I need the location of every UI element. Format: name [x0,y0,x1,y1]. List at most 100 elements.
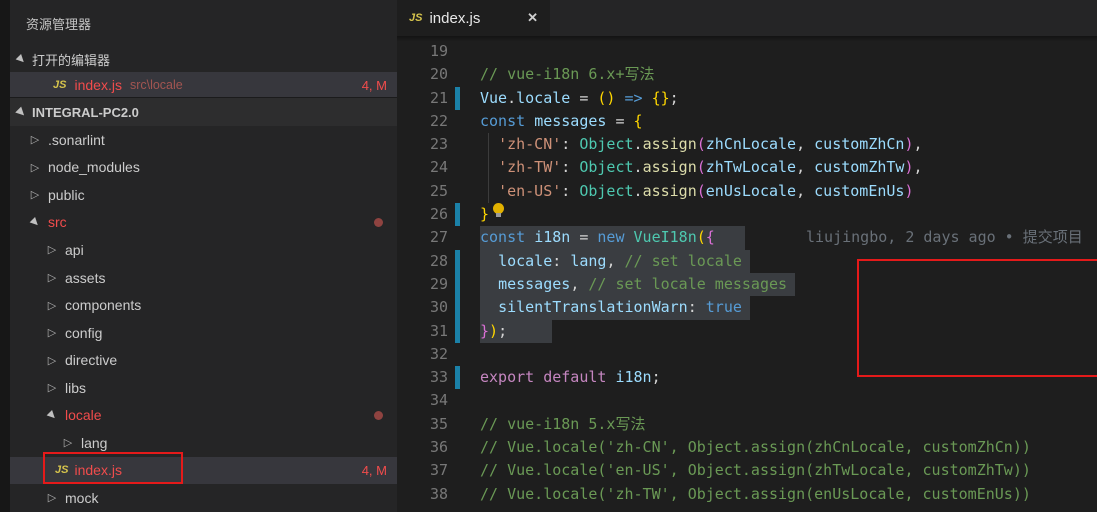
gutter-spacer [455,40,460,63]
code-line-31[interactable]: 31}); [397,319,1097,343]
code-line-32[interactable]: 32 [397,343,1097,366]
code-line-25[interactable]: 25 'en-US': Object.assign(enUsLocale, cu… [397,179,1097,204]
line-number[interactable]: 20 [397,63,448,86]
code-token: customZhCn [814,135,905,154]
tree-item-index-js[interactable]: JS index.js 4, M [10,456,397,485]
file-tree: ▷ .sonarlint ▷ node_modules ▷ public ▶ src ▷ api ▷… [10,126,397,512]
code-token: messages [498,274,571,293]
code-line-23[interactable]: 23 'zh-CN': Object.assign(zhCnLocale, cu… [397,133,1097,157]
line-number[interactable]: 34 [397,389,448,412]
modified-gutter-indicator [455,296,460,320]
gutter-spacer [455,343,460,366]
code-line-38[interactable]: 38 // Vue.locale('zh-TW', Object.assign(e… [397,483,1097,506]
explorer-sidebar: 资源管理器 ▶ 打开的编辑器 JS index.js src\locale 4,… [10,0,397,512]
code-token: // vue-i18n 6.x+写法 [480,65,655,84]
code-token: } [480,321,490,340]
tree-item-assets[interactable]: ▷ assets [10,264,397,292]
code-token: = [606,111,634,130]
tree-item-mock[interactable]: ▷ mock [10,484,397,512]
line-number[interactable]: 31 [397,320,448,343]
tree-item-locale[interactable]: ▶ locale [10,401,397,429]
gutter-spacer [455,459,460,482]
js-file-icon: JS [55,464,69,477]
code-line-33[interactable]: 33 export default i18n; [397,366,1097,390]
tree-item-lang[interactable]: ▷ lang [10,429,397,457]
line-number[interactable]: 22 [397,110,448,133]
code-token: Object [579,135,634,154]
line-number[interactable]: 19 [397,40,448,63]
tree-item-src[interactable]: ▶ src [10,209,397,237]
line-number[interactable]: 28 [397,250,448,273]
tab-close-icon[interactable]: ✕ [527,10,538,26]
tab-index-js[interactable]: JS index.js ✕ [397,0,550,36]
line-number[interactable]: 38 [397,483,448,506]
code-token: zhCnLocale [705,135,797,154]
code-line-26[interactable]: 26} [397,203,1097,227]
line-number[interactable]: 30 [397,296,448,319]
gutter-spacer [455,110,460,133]
line-number[interactable]: 24 [397,156,448,179]
tree-item--sonarlint[interactable]: ▷ .sonarlint [10,126,397,154]
code-token: { [705,228,715,247]
tree-item-api[interactable]: ▷ api [10,236,397,264]
line-number[interactable]: 33 [397,366,448,389]
open-editor-item-indexjs[interactable]: JS index.js src\locale 4, M [10,72,397,98]
line-number[interactable]: 21 [397,87,448,110]
line-number[interactable]: 35 [397,413,448,436]
modified-dot-icon [374,410,383,420]
chevron-collapsed-icon: ▷ [47,299,57,312]
code-token: // Vue.locale('zh-TW', Object.assign(enU… [480,484,1031,503]
code-token: : [561,135,580,154]
workspace-section-header[interactable]: ▶ INTEGRAL-PC2.0 [10,98,397,126]
code-line-29[interactable]: 29 messages, // set locale messages [397,272,1097,297]
problems-modified-badge: 4, M [361,462,387,478]
tree-item-config[interactable]: ▷ config [10,319,397,347]
line-number[interactable]: 25 [397,180,448,203]
code-line-28[interactable]: 28 locale: lang, // set locale [397,249,1097,273]
line-number[interactable]: 36 [397,436,448,459]
tree-item-directive[interactable]: ▷ directive [10,346,397,374]
code-token: ; [651,368,661,387]
code-line-24[interactable]: 24 'zh-TW': Object.assign(zhTwLocale, cu… [397,156,1097,180]
line-number[interactable]: 32 [397,343,448,366]
tree-item-components[interactable]: ▷ components [10,291,397,319]
code-text: // Vue.locale('zh-TW', Object.assign(enU… [480,483,1031,506]
code-token: // Vue.locale('zh-CN', Object.assign(zhC… [480,438,1031,457]
open-editors-section-header[interactable]: ▶ 打开的编辑器 [10,46,397,72]
code-line-20[interactable]: 20 // vue-i18n 6.x+写法 [397,63,1097,86]
code-line-21[interactable]: 21 Vue.locale = () => {}; [397,86,1097,110]
code-line-27[interactable]: 27 const i18n = new VueI18n({liujingbo, 2… [397,226,1097,250]
tree-item-public[interactable]: ▷ public [10,181,397,209]
code-token: , [570,274,589,293]
code-token: = [570,88,598,107]
line-number[interactable]: 23 [397,133,448,156]
code-line-34[interactable]: 34 [397,389,1097,412]
code-text: } [480,203,489,226]
code-text: 'en-US': Object.assign(enUsLocale, custo… [480,180,913,203]
code-editor[interactable]: 19 20 // vue-i18n 6.x+写法 21 Vue.locale = () … [397,36,1097,512]
code-line-19[interactable]: 19 [397,40,1097,63]
tree-item-node-modules[interactable]: ▷ node_modules [10,154,397,182]
open-editor-file-name: index.js [74,77,122,93]
line-number[interactable]: 29 [397,273,448,296]
tree-item-libs[interactable]: ▷ libs [10,374,397,402]
code-line-35[interactable]: 35 // vue-i18n 5.x写法 [397,413,1097,436]
tree-item-label: lang [81,434,108,451]
line-number[interactable]: 27 [397,226,448,249]
code-line-30[interactable]: 30 silentTranslationWarn: true [397,296,1097,320]
lightbulb-icon[interactable] [493,203,505,218]
gutter-spacer [455,389,460,412]
line-number[interactable]: 37 [397,459,448,482]
code-line-37[interactable]: 37 // Vue.locale('en-US', Object.assign(z… [397,459,1097,482]
line-number[interactable]: 26 [397,203,448,226]
code-line-36[interactable]: 36 // Vue.locale('zh-CN', Object.assign(z… [397,436,1097,459]
tree-item-label: src [48,214,67,231]
code-line-22[interactable]: 22 const messages = { [397,110,1097,133]
chevron-collapsed-icon: ▷ [47,492,57,505]
